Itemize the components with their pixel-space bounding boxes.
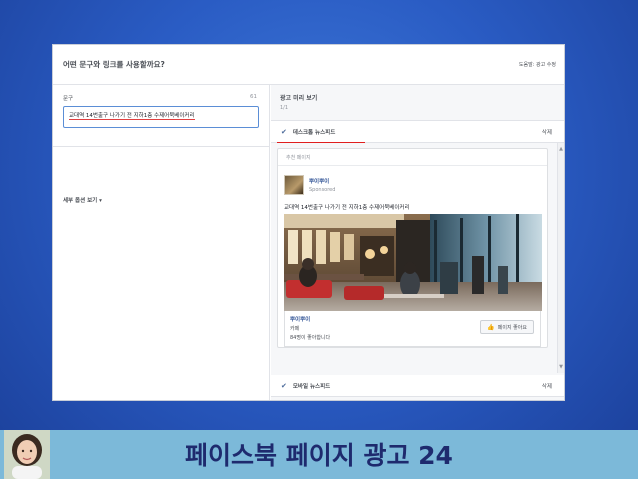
slide-title: 페이스북 페이지 광고 24: [185, 441, 453, 470]
page-likes-count: 84명이 좋아합니다: [290, 335, 331, 341]
character-count: 61: [250, 94, 257, 100]
preview-title: 광고 미리 보기: [280, 95, 318, 102]
ad-image[interactable]: [284, 214, 542, 311]
placement-desktop-label: 데스크톱 뉴스피드: [292, 129, 336, 136]
ad-preview-card: 추천 페이지 뿌이뿌이 Sponsored 교대역 14번출구 나가기 전 지하…: [277, 148, 548, 348]
ad-page-name[interactable]: 뿌이뿌이: [309, 177, 335, 185]
remove-desktop-button[interactable]: 삭제: [542, 128, 552, 136]
panel-header: 어떤 문구와 링크를 사용할까요? 도움말: 광고 수정: [53, 45, 564, 85]
checkmark-icon: ✔: [281, 127, 287, 136]
ad-text-input[interactable]: 교대역 14번출구 나가기 전 지하1층 수제어묵베이커리: [63, 106, 259, 128]
like-page-button[interactable]: 👍 페이지 좋아요: [480, 320, 534, 334]
scroll-up-icon[interactable]: ▲: [559, 146, 563, 152]
panel-title: 어떤 문구와 링크를 사용할까요?: [63, 60, 165, 69]
preview-page-count: 1/1: [280, 105, 289, 111]
more-options-link[interactable]: 세부 옵션 보기 ▾: [63, 196, 102, 204]
ad-preview-area: ▲ ▼ 추천 페이지 뿌이뿌이 Sponsored 교대역 14번출구 나가기 …: [271, 143, 564, 373]
like-page-label: 페이지 좋아요: [497, 324, 527, 331]
help-link[interactable]: 도움말: 광고 수정: [519, 61, 556, 68]
text-settings-column: 문구 61 교대역 14번출구 나가기 전 지하1층 수제어묵베이커리 세부 옵…: [53, 85, 270, 400]
placement-mobile-label-group: ✔ 모바일 뉴스피드: [281, 382, 330, 390]
ad-text-value: 교대역 14번출구 나가기 전 지하1층 수제어묵베이커리: [69, 113, 195, 120]
text-field-label: 문구: [63, 96, 74, 102]
ad-body-text: 교대역 14번출구 나가기 전 지하1층 수제어묵베이커리: [284, 205, 410, 211]
ad-page-footer: 뿌이뿌이 카페 84명이 좋아합니다 👍 페이지 좋아요: [284, 311, 541, 347]
ad-page-row: 뿌이뿌이 Sponsored: [278, 166, 547, 197]
placement-mobile-feed[interactable]: ✔ 모바일 뉴스피드 삭제: [271, 375, 564, 397]
sponsored-label: Sponsored: [309, 186, 336, 193]
text-field-group: 문구 61 교대역 14번출구 나가기 전 지하1층 수제어묵베이커리: [53, 85, 269, 147]
ad-editor-panel: 어떤 문구와 링크를 사용할까요? 도움말: 광고 수정 문구 61 교대역 1…: [52, 44, 565, 401]
thumbs-up-icon: 👍: [487, 323, 495, 331]
page-avatar[interactable]: [284, 174, 304, 195]
ad-preview-column: 광고 미리 보기 1/1 ✔ 데스크톱 뉴스피드 삭제 ▲ ▼ 추천 페이지 뿌: [271, 85, 564, 400]
placement-mobile-label: 모바일 뉴스피드: [292, 383, 331, 390]
preview-header: 광고 미리 보기 1/1: [271, 85, 564, 121]
placement-desktop-label-group: ✔ 데스크톱 뉴스피드: [281, 128, 335, 136]
placement-desktop-feed[interactable]: ✔ 데스크톱 뉴스피드 삭제: [271, 121, 564, 145]
remove-mobile-button[interactable]: 삭제: [542, 382, 552, 390]
scroll-down-icon[interactable]: ▼: [559, 364, 563, 370]
cafe-interior-photo: [284, 214, 542, 311]
suggested-page-label: 추천 페이지: [278, 149, 547, 166]
preview-scrollbar[interactable]: ▲ ▼: [557, 143, 564, 373]
checkmark-icon: ✔: [281, 381, 287, 390]
